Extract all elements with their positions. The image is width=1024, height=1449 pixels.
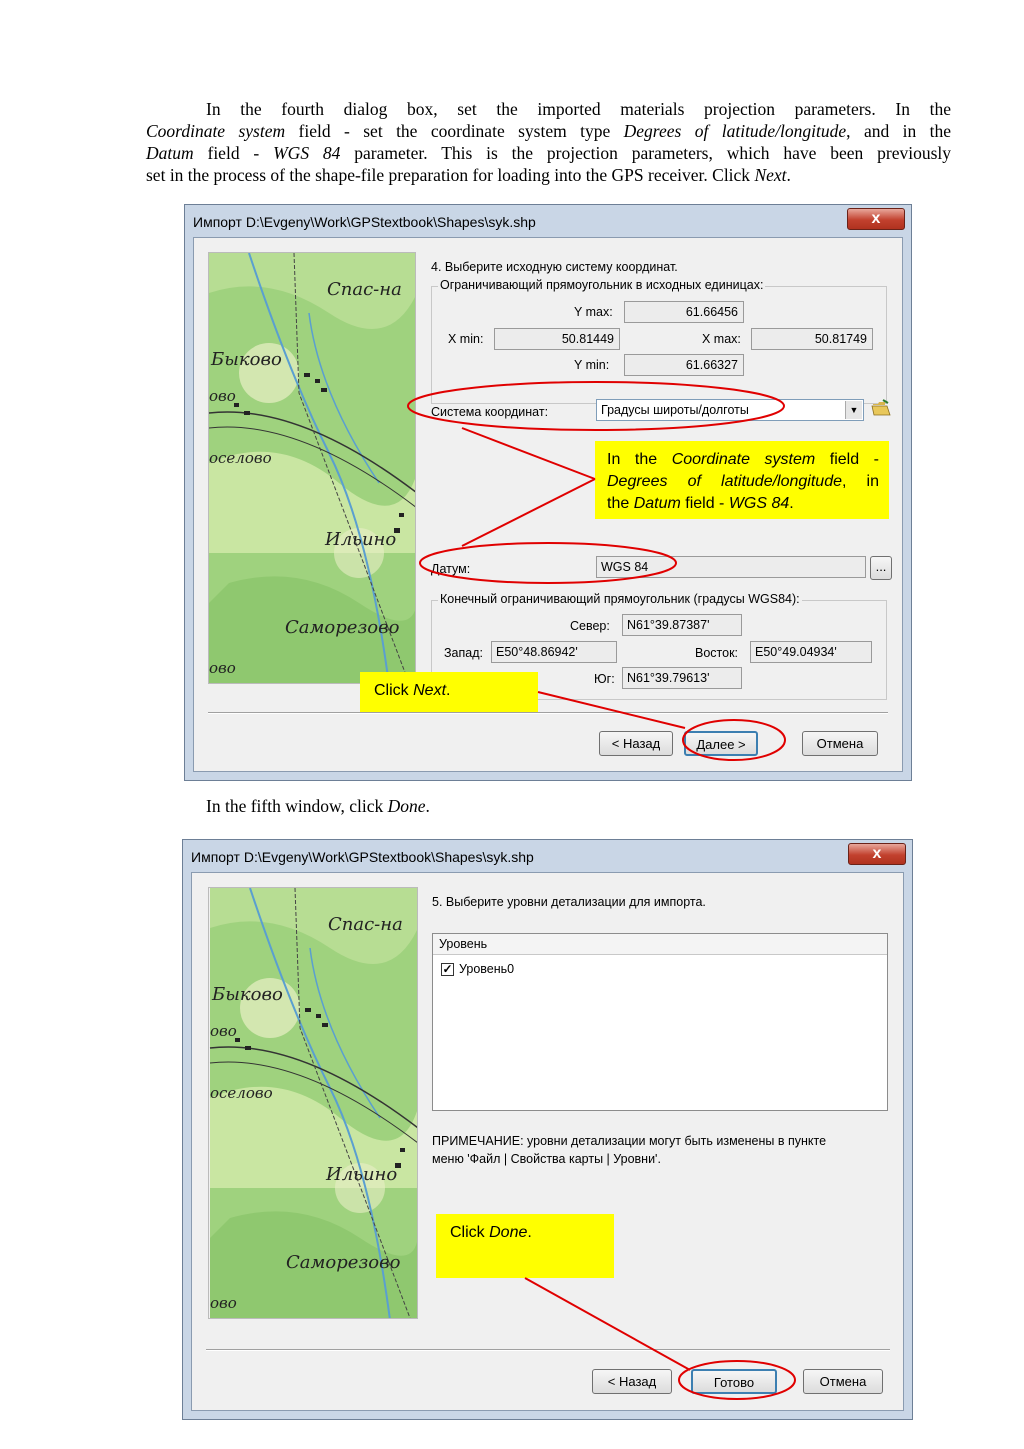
step-heading: 5. Выберите уровни детализации для импор… [432, 895, 706, 909]
cancel-button[interactable]: Отмена [803, 1369, 883, 1394]
intro-line-3: Datum field - WGS 84 parameter. This is … [146, 143, 951, 163]
chevron-down-icon[interactable]: ▼ [845, 401, 862, 419]
datum-field[interactable]: WGS 84 [596, 556, 866, 578]
south-field[interactable]: N61°39.79613' [622, 667, 742, 689]
map-label: Быково [211, 984, 283, 1005]
map-label: Ильино [324, 529, 396, 550]
step-heading: 4. Выберите исходную систему координат. [431, 260, 678, 274]
callout-click-next: Click Next. [360, 672, 538, 712]
coord-system-value: Градусы широты/долготы [601, 403, 749, 417]
cancel-button[interactable]: Отмена [802, 731, 878, 756]
back-button[interactable]: < Назад [592, 1369, 672, 1394]
coord-system-label: Система координат: [431, 405, 549, 419]
next-button[interactable]: Далее > [684, 731, 758, 756]
close-icon: x [872, 845, 882, 862]
map-label: Спас-на [328, 914, 403, 935]
west-label: Запад: [444, 646, 483, 660]
ymin-field[interactable]: 61.66327 [624, 354, 744, 376]
map-label: Ильино [325, 1164, 397, 1185]
button-separator [208, 712, 888, 714]
north-label: Север: [570, 619, 610, 633]
folder-open-icon[interactable] [871, 398, 891, 418]
ymin-label: Y min: [574, 358, 610, 372]
datum-browse-button[interactable]: ... [870, 556, 892, 580]
intro-line-2: Coordinate system field - set the coordi… [146, 121, 952, 141]
map-label: Саморезово [285, 617, 400, 638]
map-label: ово [210, 1022, 237, 1040]
map-label: Саморезово [286, 1252, 401, 1273]
ymax-label: Y max: [574, 305, 613, 319]
dialog-client: Спас-на Быково ово оселово Ильино Саморе… [191, 872, 904, 1411]
north-field[interactable]: N61°39.87387' [622, 614, 742, 636]
map-label: ово [209, 387, 236, 405]
xmin-field[interactable]: 50.81449 [494, 328, 620, 350]
map-label: Спас-на [327, 279, 402, 300]
note-line-2: меню 'Файл | Свойства карты | Уровни'. [432, 1152, 661, 1166]
ymax-field[interactable]: 61.66456 [624, 301, 744, 323]
note-line-1: ПРИМЕЧАНИЕ: уровни детализации могут быт… [432, 1134, 827, 1148]
xmin-label: X min: [448, 332, 484, 346]
topographic-map-image: Спас-на Быково ово оселово Ильино Саморе… [209, 253, 415, 683]
south-label: Юг: [594, 672, 615, 686]
back-button[interactable]: < Назад [599, 731, 673, 756]
map-label: ово [209, 659, 236, 677]
west-field[interactable]: E50°48.86942' [491, 641, 617, 663]
close-icon: x [871, 210, 881, 227]
close-button[interactable]: x [847, 208, 905, 230]
map-preview: Спас-на Быково ово оселово Ильино Саморе… [208, 252, 416, 684]
xmax-label: X max: [702, 332, 741, 346]
callout-click-done: Click Done. [436, 1214, 614, 1278]
levels-list-header[interactable]: Уровень [433, 934, 887, 955]
east-field[interactable]: E50°49.04934' [750, 641, 872, 663]
map-label: ово [210, 1294, 237, 1312]
callout-coordinate-system: In the Coordinate system field - Degrees… [595, 441, 889, 519]
intro-line-1: In the fourth dialog box, set the import… [206, 99, 951, 119]
dialog-title: Импорт D:\Evgeny\Work\GPStextbook\Shapes… [191, 849, 534, 865]
east-label: Восток: [695, 646, 739, 660]
coord-system-select[interactable]: Градусы широты/долготы ▼ [596, 399, 864, 421]
datum-label: Датум: [431, 562, 471, 576]
intro-paragraph: In the fourth dialog box, set the import… [146, 98, 951, 186]
map-preview: Спас-на Быково ово оселово Ильино Саморе… [208, 887, 418, 1319]
list-item[interactable]: ✓ Уровень0 [441, 962, 641, 978]
dialog-title: Импорт D:\Evgeny\Work\GPStextbook\Shapes… [193, 214, 536, 230]
import-dialog-step5: Импорт D:\Evgeny\Work\GPStextbook\Shapes… [182, 839, 913, 1420]
topographic-map-image: Спас-на Быково ово оселово Ильино Саморе… [209, 888, 417, 1318]
xmax-field[interactable]: 50.81749 [751, 328, 873, 350]
final-bounds-title: Конечный ограничивающий прямоугольник (г… [438, 592, 802, 606]
level-label: Уровень0 [459, 962, 515, 976]
intro-line-4: set in the process of the shape-file pre… [146, 165, 791, 185]
source-bounds-title: Ограничивающий прямоугольник в исходных … [438, 278, 766, 292]
map-label: оселово [209, 449, 272, 467]
map-label: оселово [210, 1084, 273, 1102]
map-label: Быково [210, 349, 282, 370]
levels-list[interactable]: Уровень ✓ Уровень0 [432, 933, 888, 1111]
done-button[interactable]: Готово [691, 1369, 777, 1394]
checkbox-checked-icon[interactable]: ✓ [441, 963, 454, 976]
close-button[interactable]: x [848, 843, 906, 865]
middle-paragraph: In the fifth window, click Done. [206, 796, 430, 816]
button-separator [206, 1349, 890, 1351]
